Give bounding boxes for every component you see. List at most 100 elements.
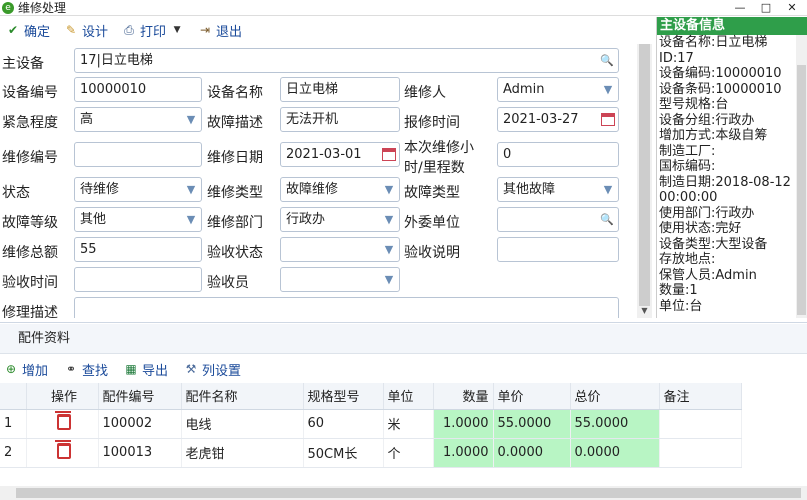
column-header-total[interactable]: 总价 (570, 383, 660, 410)
divider (0, 322, 807, 323)
scrollbar-thumb[interactable] (16, 488, 801, 498)
part-note-cell[interactable] (659, 409, 742, 439)
report-time-field[interactable]: 2021-03-27 (497, 107, 619, 132)
accept-note-field[interactable] (497, 237, 619, 262)
exit-button[interactable]: ⇥ 退出 (198, 21, 242, 40)
status-select[interactable]: 待维修 ▼ (74, 177, 202, 202)
part-qty-cell[interactable]: 1.0000 (433, 438, 494, 468)
maximize-button[interactable]: □ (753, 1, 779, 15)
column-header-qty[interactable]: 数量 (433, 383, 494, 410)
accept-time-label: 验收时间 (2, 275, 58, 291)
fault-type-select[interactable]: 其他故障 ▼ (497, 177, 619, 202)
device-info-panel: 主设备信息 设备名称:日立电梯 ID:17 设备编码:10000010 设备条码… (656, 17, 807, 318)
device-name-field[interactable]: 日立电梯 (280, 77, 400, 102)
device-info-title: 主设备信息 (657, 17, 807, 35)
column-settings-button[interactable]: ⚒ 列设置 (184, 360, 241, 379)
dropdown-arrow-icon[interactable]: ▼ (181, 178, 201, 201)
table-row[interactable]: 2 100013 老虎钳 50CM长 个 1.0000 0.0000 0.000… (0, 438, 742, 468)
scroll-down-arrow[interactable]: ▼ (637, 306, 652, 318)
dropdown-arrow-icon[interactable]: ▼ (379, 268, 399, 291)
print-button[interactable]: ⎙ 打印 ▼ (122, 21, 184, 40)
add-part-button[interactable]: ⊕ 增加 (4, 360, 48, 379)
search-icon[interactable]: 🔍 (600, 208, 614, 231)
dropdown-arrow-icon[interactable]: ▼ (181, 208, 201, 231)
column-header-note[interactable]: 备注 (659, 383, 742, 410)
report-time-label: 报修时间 (404, 115, 460, 131)
parts-toolbar: ⊕ 增加 ⚭ 查找 ▦ 导出 ⚒ 列设置 (0, 358, 807, 380)
column-header-name[interactable]: 配件名称 (181, 383, 304, 410)
main-device-field[interactable]: 17|日立电梯 🔍 (74, 48, 619, 73)
info-line: 单位:台 (659, 298, 703, 314)
part-qty-cell[interactable]: 1.0000 (433, 409, 494, 439)
table-horizontal-scrollbar[interactable] (0, 486, 807, 500)
accept-time-field[interactable] (74, 267, 202, 292)
part-unit-cell: 个 (383, 438, 434, 468)
column-header-price[interactable]: 单价 (493, 383, 571, 410)
column-header-unit[interactable]: 单位 (383, 383, 434, 410)
dropdown-arrow-icon[interactable]: ▼ (598, 178, 618, 201)
export-button[interactable]: ▦ 导出 (124, 360, 168, 379)
accept-status-select[interactable]: ▼ (280, 237, 400, 262)
excel-icon: ▦ (125, 362, 137, 376)
fault-level-select[interactable]: 其他 ▼ (74, 207, 202, 232)
accept-note-label: 验收说明 (404, 245, 460, 261)
calendar-icon[interactable] (382, 148, 396, 161)
trash-icon[interactable] (55, 410, 71, 430)
find-part-button[interactable]: ⚭ 查找 (64, 360, 108, 379)
search-icon[interactable]: 🔍 (600, 49, 614, 72)
info-line: 设备名称:日立电梯 (659, 35, 768, 50)
dropdown-arrow-icon[interactable]: ▼ (379, 238, 399, 261)
repair-date-label: 维修日期 (207, 150, 263, 166)
device-no-label: 设备编号 (2, 85, 58, 101)
side-scrollbar[interactable] (796, 35, 807, 318)
info-line: 00:00:00 (659, 190, 718, 205)
scrollbar-thumb[interactable] (797, 65, 806, 315)
part-note-cell[interactable] (659, 438, 742, 468)
minimize-button[interactable]: — (727, 1, 753, 15)
column-header-code[interactable]: 配件编号 (98, 383, 182, 410)
urgency-select[interactable]: 高 ▼ (74, 107, 202, 132)
repair-type-select[interactable]: 故障维修 ▼ (280, 177, 400, 202)
form-scrollbar[interactable]: ▼ (637, 44, 652, 318)
trash-icon[interactable] (55, 439, 71, 459)
column-header-spec[interactable]: 规格型号 (303, 383, 384, 410)
dropdown-arrow-icon[interactable]: ▼ (379, 178, 399, 201)
parts-table: 操作 配件编号 配件名称 规格型号 单位 数量 单价 总价 备注 1 10000… (0, 383, 742, 468)
dropdown-arrow-icon[interactable]: ▼ (598, 78, 618, 101)
total-label: 维修总额 (2, 245, 58, 261)
part-total-cell[interactable]: 0.0000 (570, 438, 660, 468)
chevron-down-icon[interactable]: ▼ (170, 23, 184, 37)
repair-no-field[interactable] (74, 142, 202, 167)
calendar-icon[interactable] (601, 113, 615, 126)
repair-no-label: 维修编号 (2, 150, 58, 166)
hours-field[interactable]: 0 (497, 142, 619, 167)
info-line: 存放地点: (659, 252, 716, 267)
repair-date-field[interactable]: 2021-03-01 (280, 142, 400, 167)
info-line: 型号规格:台 (659, 97, 729, 112)
info-line: 国标编码: (659, 159, 716, 174)
scrollbar-thumb[interactable] (639, 44, 650, 306)
part-price-cell[interactable]: 55.0000 (493, 409, 571, 439)
repairer-select[interactable]: Admin ▼ (497, 77, 619, 102)
acceptor-label: 验收员 (207, 275, 249, 291)
window-titlebar: e 维修处理 — □ ✕ (0, 0, 807, 16)
column-header-action[interactable]: 操作 (26, 383, 99, 410)
part-price-cell[interactable]: 0.0000 (493, 438, 571, 468)
repair-desc-field[interactable] (74, 297, 619, 318)
part-total-cell[interactable]: 55.0000 (570, 409, 660, 439)
repair-dept-label: 维修部门 (207, 215, 263, 231)
close-button[interactable]: ✕ (779, 1, 805, 15)
fault-desc-field[interactable]: 无法开机 (280, 107, 400, 132)
total-field[interactable]: 55 (74, 237, 202, 262)
dropdown-arrow-icon[interactable]: ▼ (181, 108, 201, 131)
device-no-field[interactable]: 10000010 (74, 77, 202, 102)
outsource-field[interactable]: 🔍 (497, 207, 619, 232)
design-button[interactable]: ✎ 设计 (64, 21, 108, 40)
status-label: 状态 (2, 185, 30, 201)
dropdown-arrow-icon[interactable]: ▼ (379, 208, 399, 231)
repair-dept-select[interactable]: 行政办 ▼ (280, 207, 400, 232)
confirm-button[interactable]: ✔ 确定 (6, 21, 50, 40)
part-spec-cell: 50CM长 (303, 438, 384, 468)
table-row[interactable]: 1 100002 电线 60 米 1.0000 55.0000 55.0000 (0, 409, 742, 439)
acceptor-select[interactable]: ▼ (280, 267, 400, 292)
